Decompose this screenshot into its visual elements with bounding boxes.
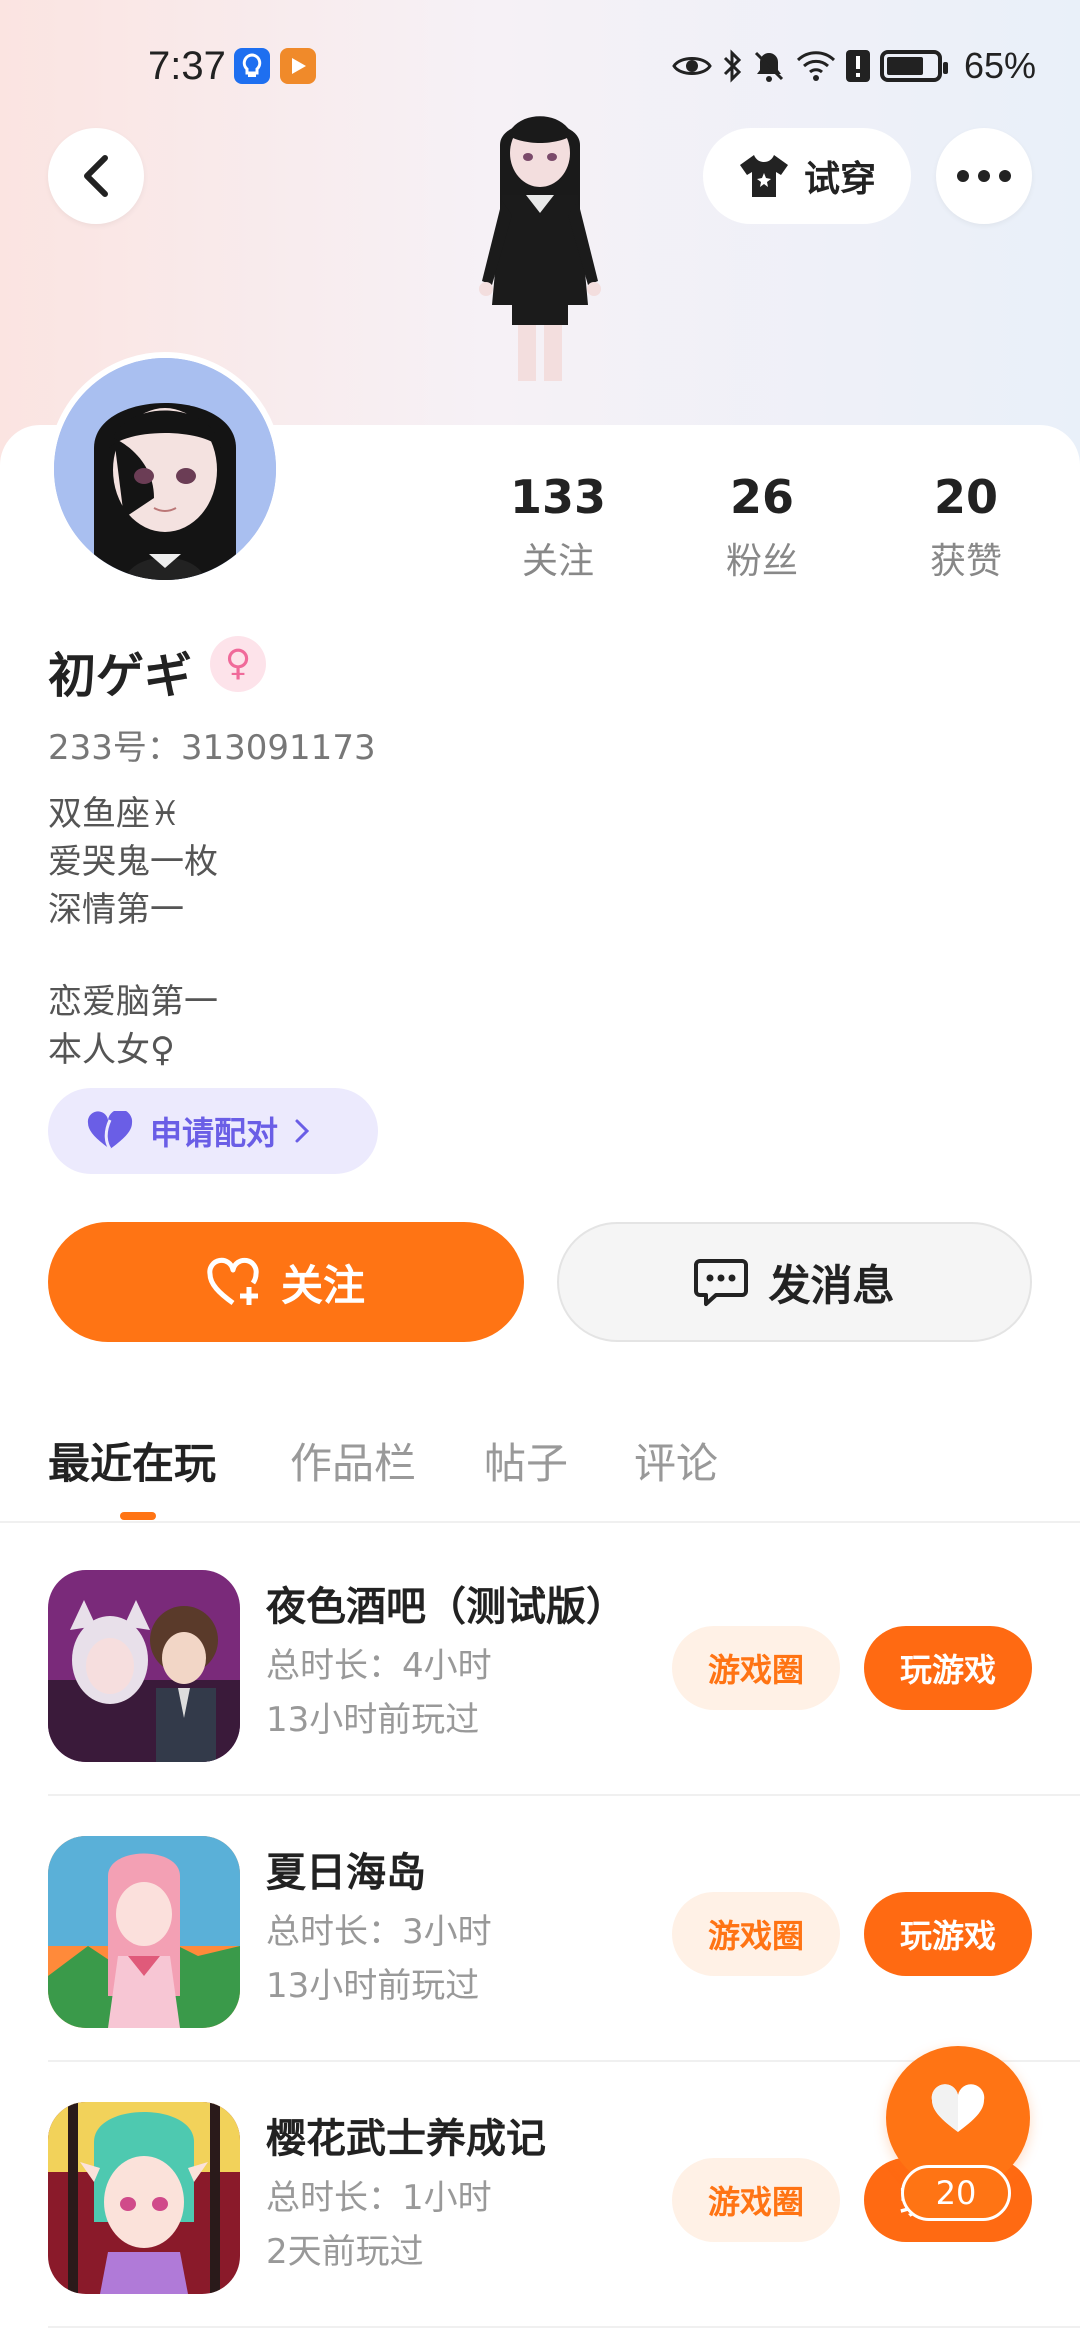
match-request-label: 申请配对	[150, 1114, 279, 1152]
match-request-button[interactable]: 申请配对	[48, 1088, 378, 1174]
game-circle-button[interactable]: 游戏圈	[672, 1626, 840, 1710]
send-message-button[interactable]: 发消息	[557, 1222, 1032, 1342]
heart-icon	[87, 1111, 133, 1150]
tab-posts[interactable]: 帖子	[484, 1430, 568, 1491]
bluetooth-icon	[723, 49, 742, 83]
wifi-icon	[796, 51, 835, 81]
game-duration: 总时长：3小时	[266, 1912, 492, 1952]
game-duration: 总时长：4小时	[266, 1646, 492, 1686]
game-last-played: 13小时前玩过	[266, 1966, 480, 2006]
game-title: 樱花武士养成记	[266, 2116, 546, 2162]
list-item[interactable]: 夏日海岛 总时长：3小时 13小时前玩过 游戏圈 玩游戏	[0, 1796, 1080, 2062]
tab-indicator	[120, 1512, 156, 1520]
game-icon	[48, 1836, 240, 2028]
send-message-label: 发消息	[768, 1260, 895, 1310]
game-duration: 总时长：1小时	[266, 2178, 492, 2218]
bio-line: 双鱼座♓	[48, 794, 181, 834]
game-circle-button[interactable]: 游戏圈	[672, 2158, 840, 2242]
alert-icon	[845, 50, 870, 82]
follow-button[interactable]: 关注	[48, 1222, 524, 1342]
user-id[interactable]: 233号：313091173	[48, 720, 376, 769]
game-last-played: 13小时前玩过	[266, 1700, 480, 1740]
game-circle-button[interactable]: 游戏圈	[672, 1892, 840, 1976]
battery-percent: 65%	[963, 45, 1036, 86]
heart-plus-icon	[207, 1257, 259, 1306]
tab-works[interactable]: 作品栏	[290, 1430, 416, 1491]
stat-label: 获赞	[929, 541, 1002, 582]
tab-recently-played[interactable]: 最近在玩	[48, 1430, 216, 1491]
avatar[interactable]	[48, 352, 282, 586]
avatar-3d-figure[interactable]	[430, 105, 650, 425]
play-game-button[interactable]: 玩游戏	[864, 1892, 1032, 1976]
tab-comments[interactable]: 评论	[634, 1430, 718, 1491]
mute-bell-icon	[754, 51, 783, 82]
gender-female-icon: ♀	[210, 636, 266, 692]
tshirt-icon	[739, 155, 788, 197]
divider	[48, 2326, 1080, 2328]
eye-icon	[672, 57, 712, 75]
stat-value: 20	[933, 470, 998, 524]
stat-followers[interactable]: 26 粉丝	[682, 470, 842, 584]
stat-label: 关注	[521, 541, 594, 582]
try-on-label: 试穿	[803, 159, 876, 200]
play-game-button[interactable]: 玩游戏	[864, 1626, 1032, 1710]
game-title: 夜色酒吧（测试版）	[266, 1584, 626, 1630]
game-title: 夏日海岛	[266, 1850, 426, 1896]
stat-label: 粉丝	[725, 541, 798, 582]
status-icons: 65%	[672, 44, 1036, 88]
more-dots-icon	[957, 170, 1011, 182]
username: 初ゲギ	[48, 648, 193, 704]
game-icon	[48, 2102, 240, 2294]
game-icon	[48, 1570, 240, 1762]
profile-tabs: 最近在玩 作品栏 帖子 评论	[0, 1420, 1080, 1520]
bio-line: 爱哭鬼一枚	[48, 842, 218, 882]
chat-bubble-icon	[694, 1259, 749, 1306]
stat-likes[interactable]: 20 获赞	[886, 470, 1046, 584]
stat-value: 133	[509, 470, 607, 524]
back-button[interactable]	[48, 128, 144, 224]
status-time: 7:37	[148, 44, 226, 88]
bio-line: 深情第一	[48, 890, 184, 930]
battery-icon	[879, 50, 948, 82]
like-count-badge: 20	[901, 2165, 1011, 2221]
stat-following[interactable]: 133 关注	[478, 470, 638, 584]
notification-app-icon	[280, 48, 316, 84]
game-last-played: 2天前玩过	[266, 2232, 424, 2272]
tabs-divider	[0, 1521, 1080, 1523]
chevron-left-icon	[84, 155, 108, 197]
bio-line: 本人女♀	[48, 1030, 175, 1070]
notification-app-icon	[234, 48, 270, 84]
chevron-right-icon	[295, 1119, 310, 1143]
stat-value: 26	[729, 470, 794, 524]
more-button[interactable]	[936, 128, 1032, 224]
bio-line: 恋爱脑第一	[48, 982, 218, 1022]
heart-icon	[931, 2084, 985, 2132]
list-item[interactable]: 夜色酒吧（测试版） 总时长：4小时 13小时前玩过 游戏圈 玩游戏	[0, 1530, 1080, 1796]
follow-label: 关注	[280, 1260, 365, 1310]
try-on-button[interactable]: 试穿	[703, 128, 911, 224]
